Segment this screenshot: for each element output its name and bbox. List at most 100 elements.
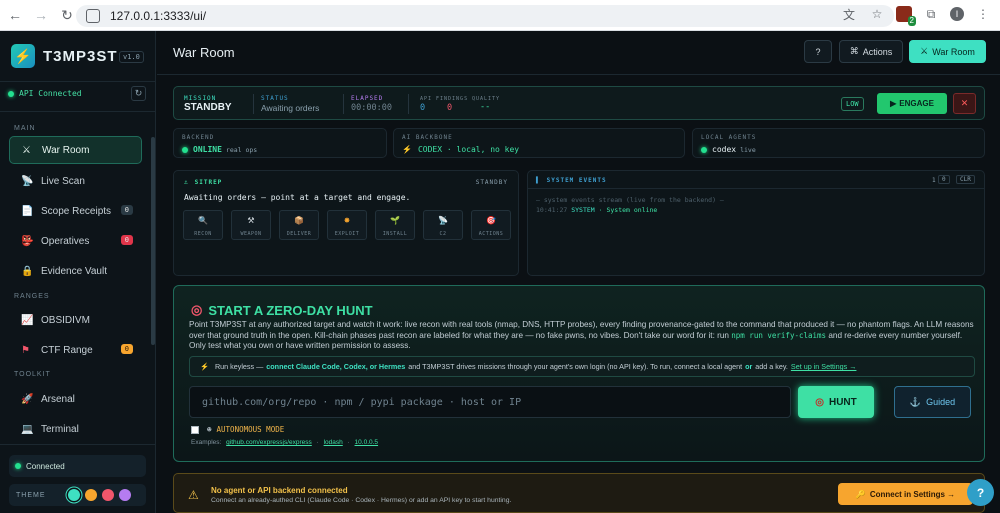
key-icon: 🔑 — [855, 489, 866, 499]
theme-swatch-purple[interactable] — [118, 489, 131, 501]
no-backend-warning: ⚠ No agent or API backend connected Conn… — [173, 473, 985, 513]
status-dot-icon — [15, 463, 21, 469]
sitrep-title: SITREP — [194, 179, 223, 186]
anchor-icon: ⚓ — [184, 179, 189, 186]
autonomous-mode-toggle[interactable]: ☻ AUTONOMOUS MODE — [191, 425, 284, 434]
document-icon: 📄 — [21, 205, 34, 217]
divider — [343, 94, 344, 114]
sensor-icon: 📡 — [21, 175, 34, 187]
sidebar: ⚡ T3MP3ST v1.0 API Connected ↻ MAIN ⚔ Wa… — [0, 31, 156, 513]
reload-icon[interactable]: ↻ — [56, 4, 78, 26]
sidebar-item-obsidivm[interactable]: 📈 OBSIDIVM — [9, 306, 142, 334]
phase-label: RECON — [194, 231, 212, 237]
risk-badge: LOW — [841, 97, 864, 111]
example-link[interactable]: lodash — [324, 439, 343, 446]
help-button[interactable]: ? — [804, 40, 832, 63]
sidebar-item-label: Live Scan — [41, 175, 85, 187]
phase-label: INSTALL — [382, 231, 408, 237]
theme-swatch-teal[interactable] — [67, 489, 80, 501]
separator: · — [347, 439, 350, 446]
site-info-icon[interactable] — [86, 9, 100, 23]
rocket-icon: 🚀 — [21, 393, 34, 405]
sidebar-item-terminal[interactable]: 💻 Terminal — [9, 415, 142, 443]
brand[interactable]: ⚡ T3MP3ST — [11, 44, 118, 68]
event-text: · System online — [598, 206, 658, 214]
back-icon[interactable]: ← — [4, 4, 26, 26]
address-bar[interactable]: 127.0.0.1:3333/ui/ — [76, 5, 894, 27]
clear-button[interactable]: CLR — [956, 175, 975, 184]
page-title: War Room — [173, 45, 235, 60]
autonomous-checkbox[interactable] — [191, 425, 199, 434]
sidebar-item-evidence-vault[interactable]: 🔒 Evidence Vault — [9, 257, 142, 285]
guided-button[interactable]: ⚓ Guided — [894, 386, 971, 418]
refresh-icon[interactable]: ↻ — [131, 86, 146, 101]
mask-icon: 👺 — [21, 235, 34, 247]
abort-button[interactable]: ✕ — [953, 93, 976, 114]
version-badge: v1.0 — [119, 51, 144, 63]
events-title: SYSTEM EVENTS — [546, 177, 607, 184]
example-link[interactable]: github.com/expressjs/express — [226, 439, 312, 446]
backend-card: BACKEND ONLINE real ops — [173, 128, 387, 158]
menu-kebab-icon[interactable]: ⋮ — [974, 5, 992, 23]
sidebar-item-operatives[interactable]: 👺 Operatives 0 — [9, 227, 142, 255]
sidebar-item-scope-receipts[interactable]: 📄 Scope Receipts 0 — [9, 197, 142, 225]
keyless-agents: connect Claude Code, Codex, or Hermes — [266, 362, 406, 371]
sidebar-item-live-scan[interactable]: 📡 Live Scan — [9, 167, 142, 195]
hunt-button[interactable]: ◎ HUNT — [798, 386, 874, 418]
sidebar-item-arsenal[interactable]: 🚀 Arsenal — [9, 385, 142, 413]
event-entry: 10:41:27 SYSTEM · System online — [536, 206, 657, 214]
connect-settings-button[interactable]: 🔑 Connect in Settings → — [838, 483, 973, 505]
war-room-button[interactable]: ⚔ War Room — [909, 40, 986, 63]
status-label: STATUS — [261, 95, 289, 102]
local-agents-label: LOCAL AGENTS — [701, 134, 757, 141]
section-ranges: RANGES — [14, 293, 50, 300]
puzzle-icon[interactable]: ⧉ — [922, 5, 940, 23]
agent-name: codex — [712, 145, 737, 154]
target-input[interactable]: github.com/org/repo · npm / pypi package… — [189, 386, 791, 418]
sidebar-item-war-room[interactable]: ⚔ War Room — [9, 136, 142, 164]
keyless-tail: add a key. — [755, 362, 788, 371]
quality-value: -- — [480, 102, 491, 112]
extension-icon[interactable]: 2 — [896, 6, 916, 26]
bookmark-star-icon[interactable]: ☆ — [868, 5, 886, 23]
events-count: 1 — [932, 177, 936, 184]
sidebar-item-label: Evidence Vault — [41, 265, 107, 277]
translate-icon[interactable]: 文 — [840, 5, 858, 23]
findings-label: FINDINGS — [436, 96, 469, 102]
plant-icon: 🌱 — [390, 216, 400, 225]
engage-button[interactable]: ▶ ENGAGE — [877, 93, 947, 114]
events-filter[interactable]: 0 — [938, 175, 950, 184]
hammer-icon: ⚒ — [247, 216, 255, 225]
terminal-icon: ▌ — [536, 177, 541, 184]
backend-value: ONLINE real ops — [182, 145, 257, 154]
settings-link[interactable]: Set up in Settings → — [791, 362, 857, 371]
keyless-or: or — [745, 362, 753, 371]
profile-avatar[interactable]: I — [950, 7, 964, 21]
theme-swatch-red[interactable] — [101, 489, 114, 501]
count-badge: 0 — [120, 344, 133, 354]
actions-button[interactable]: ⌘ Actions — [839, 40, 903, 63]
theme-swatch-orange[interactable] — [84, 489, 97, 501]
magnifier-icon: 🔍 — [198, 216, 208, 225]
flag-icon: ⚑ — [21, 344, 30, 356]
example-link[interactable]: 10.0.0.5 — [355, 439, 379, 446]
hunt-label: HUNT — [828, 396, 857, 408]
divider — [0, 444, 156, 445]
phase-label: ACTIONS — [478, 231, 504, 237]
agent-state: live — [740, 145, 756, 154]
sidebar-scrollbar[interactable] — [151, 137, 155, 345]
divider — [528, 188, 984, 189]
phase-exploit: ✸ EXPLOIT — [327, 210, 367, 240]
help-fab-button[interactable]: ? — [967, 479, 994, 506]
war-room-label: War Room — [932, 46, 975, 57]
ai-backbone-text: CODEX · local, no key — [417, 145, 520, 154]
sidebar-item-ctf-range[interactable]: ⚑ CTF Range 0 — [9, 336, 142, 364]
warning-icon: ⚠ — [188, 488, 199, 502]
forward-icon[interactable]: → — [30, 4, 52, 26]
phase-recon: 🔍 RECON — [183, 210, 223, 240]
url-text: 127.0.0.1:3333/ui/ — [110, 9, 207, 23]
phase-c2: 📡 C2 — [423, 210, 463, 240]
backend-note: real ops — [225, 145, 258, 154]
connection-status: Connected — [9, 455, 146, 477]
verify-command: npm run verify-claims — [731, 330, 827, 340]
